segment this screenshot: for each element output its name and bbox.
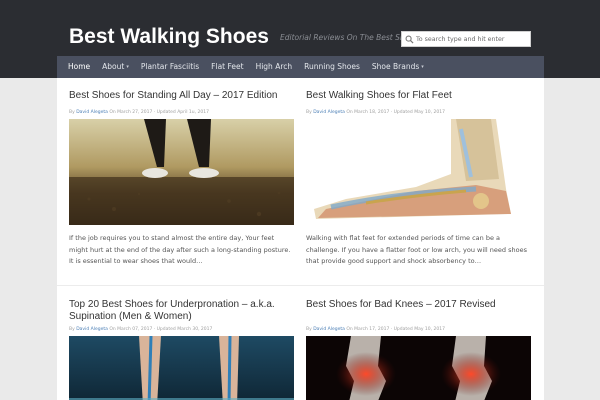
- author-link[interactable]: David Alegeta: [76, 327, 108, 332]
- byline-prefix: By: [69, 110, 75, 115]
- post-meta: On March 07, 2017 · Updated March 30, 20…: [109, 327, 213, 332]
- chevron-down-icon: ▾: [126, 64, 129, 70]
- nav-label: Shoe Brands: [371, 62, 420, 71]
- feet-standing-photo: [69, 119, 294, 225]
- byline-prefix: By: [69, 327, 75, 332]
- post-title[interactable]: Best Shoes for Standing All Day – 2017 E…: [69, 90, 294, 102]
- author-link[interactable]: David Alegeta: [313, 110, 345, 115]
- post-byline: By David Alegeta On March 07, 2017 · Upd…: [69, 327, 294, 332]
- nav-item-home[interactable]: Home: [62, 56, 96, 78]
- site-tagline: Editorial Reviews On The Best Shoes: [280, 33, 402, 42]
- post-byline: By David Alegeta On March 17, 2017 · Upd…: [306, 327, 531, 332]
- nav-item-plantar-fasciitis[interactable]: Plantar Fasciitis: [135, 56, 205, 78]
- main-nav: Home About ▾ Plantar Fasciitis Flat Feet …: [57, 56, 544, 78]
- post-meta: On March 17, 2017 · Updated May 10, 2017: [346, 327, 445, 332]
- search-box[interactable]: To search type and hit enter: [401, 31, 531, 47]
- byline-prefix: By: [306, 110, 312, 115]
- post-thumbnail[interactable]: [306, 119, 531, 225]
- knee-xray: [306, 336, 531, 400]
- nav-item-high-arch[interactable]: High Arch: [250, 56, 299, 78]
- site-title[interactable]: Best Walking Shoes: [69, 25, 269, 49]
- nav-label: Plantar Fasciitis: [140, 62, 200, 71]
- nav-label: About: [102, 62, 125, 71]
- post-byline: By David Alegeta On March 27, 2017 · Upd…: [69, 110, 294, 115]
- post-thumbnail[interactable]: [69, 336, 294, 400]
- post-grid: Best Shoes for Standing All Day – 2017 E…: [57, 78, 544, 400]
- post-thumbnail[interactable]: [306, 336, 531, 400]
- nav-label: Home: [68, 62, 91, 71]
- nav-item-shoe-brands[interactable]: Shoe Brands ▾: [366, 56, 430, 78]
- author-link[interactable]: David Alegeta: [313, 327, 345, 332]
- post-byline: By David Alegeta On March 18, 2017 · Upd…: [306, 110, 531, 115]
- post-excerpt: Walking with flat feet for extended peri…: [306, 234, 527, 265]
- search-icon: [405, 35, 414, 44]
- chevron-down-icon: ▾: [421, 64, 424, 70]
- post-excerpt: If the job requires you to stand almost …: [69, 234, 291, 265]
- nav-item-flat-feet[interactable]: Flat Feet: [205, 56, 249, 78]
- post-card: Best Walking Shoes for Flat Feet By Davi…: [306, 90, 531, 268]
- legs-gait-analysis: [69, 336, 294, 400]
- search-input[interactable]: To search type and hit enter: [416, 36, 504, 43]
- nav-label: High Arch: [255, 62, 293, 71]
- post-meta: On March 18, 2017 · Updated May 10, 2017: [346, 110, 445, 115]
- nav-item-about[interactable]: About ▾: [96, 56, 135, 78]
- post-title[interactable]: Best Walking Shoes for Flat Feet: [306, 90, 531, 102]
- row-divider: [57, 285, 544, 286]
- byline-prefix: By: [306, 327, 312, 332]
- post-thumbnail[interactable]: [69, 119, 294, 225]
- post-card: Best Shoes for Standing All Day – 2017 E…: [69, 90, 294, 268]
- post-card: Top 20 Best Shoes for Underpronation – a…: [69, 299, 294, 400]
- nav-item-running-shoes[interactable]: Running Shoes: [298, 56, 366, 78]
- author-link[interactable]: David Alegeta: [76, 110, 108, 115]
- post-title[interactable]: Best Shoes for Bad Knees – 2017 Revised: [306, 299, 531, 311]
- nav-label: Flat Feet: [211, 62, 244, 71]
- post-meta: On March 27, 2017 · Updated April 1u, 20…: [109, 110, 209, 115]
- nav-label: Running Shoes: [304, 62, 360, 71]
- post-title[interactable]: Top 20 Best Shoes for Underpronation – a…: [69, 299, 294, 323]
- foot-anatomy-model: [306, 119, 531, 225]
- post-card: Best Shoes for Bad Knees – 2017 Revised …: [306, 299, 531, 400]
